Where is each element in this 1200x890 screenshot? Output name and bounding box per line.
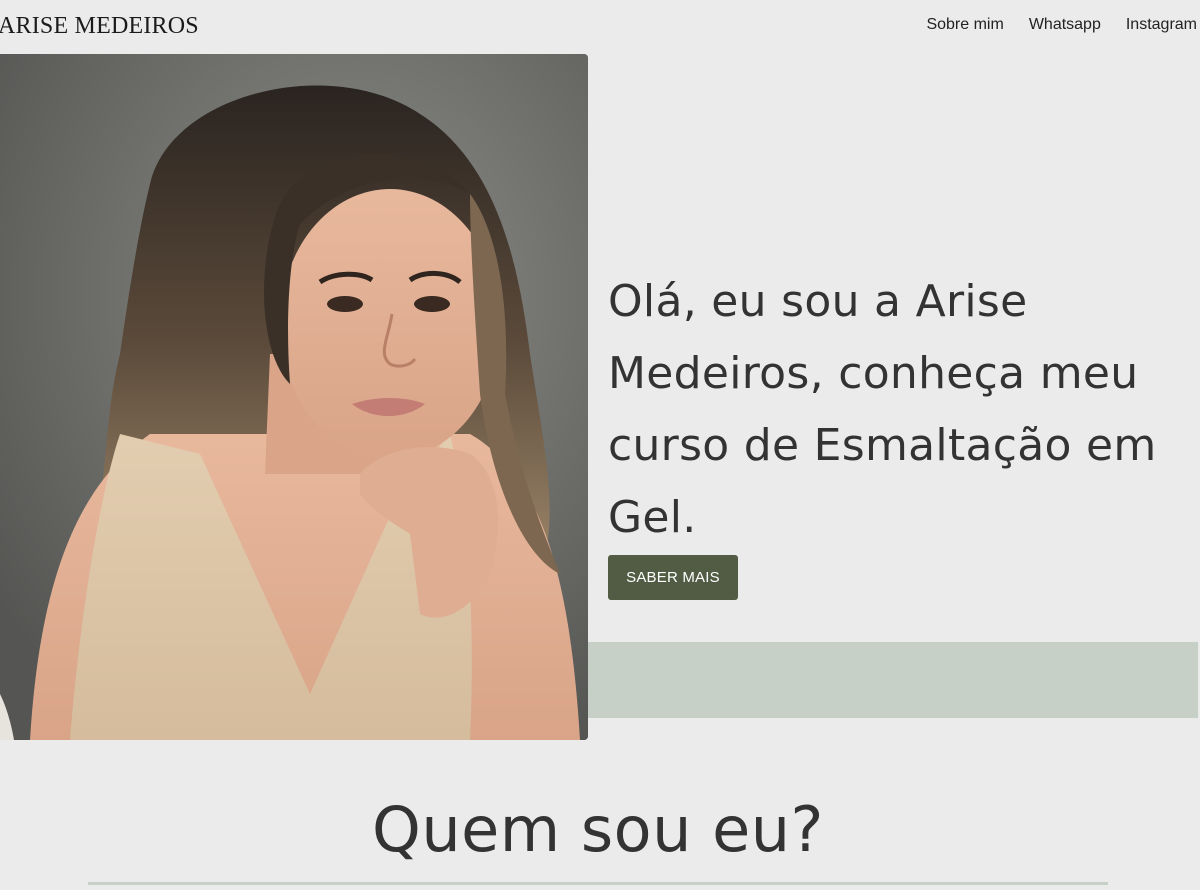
about-divider [88,882,1108,885]
saber-mais-button[interactable]: SABER MAIS [608,555,738,600]
nav-link-sobre-mim[interactable]: Sobre mim [926,16,1003,34]
landing-page: ARISE MEDEIROS Sobre mim Whatsapp Instag… [0,0,1200,890]
top-nav: Sobre mim Whatsapp Instagram [926,16,1197,34]
nav-link-whatsapp[interactable]: Whatsapp [1029,16,1101,34]
about-section-title: Quem sou eu? [372,793,824,866]
hero-portrait-image [0,54,588,740]
accent-band [588,642,1198,718]
portrait-illustration [0,54,588,740]
brand-logo[interactable]: ARISE MEDEIROS [0,13,199,40]
hero-heading: Olá, eu sou a Arise Medeiros, conheça me… [608,276,1157,543]
nav-link-instagram[interactable]: Instagram [1126,16,1197,34]
